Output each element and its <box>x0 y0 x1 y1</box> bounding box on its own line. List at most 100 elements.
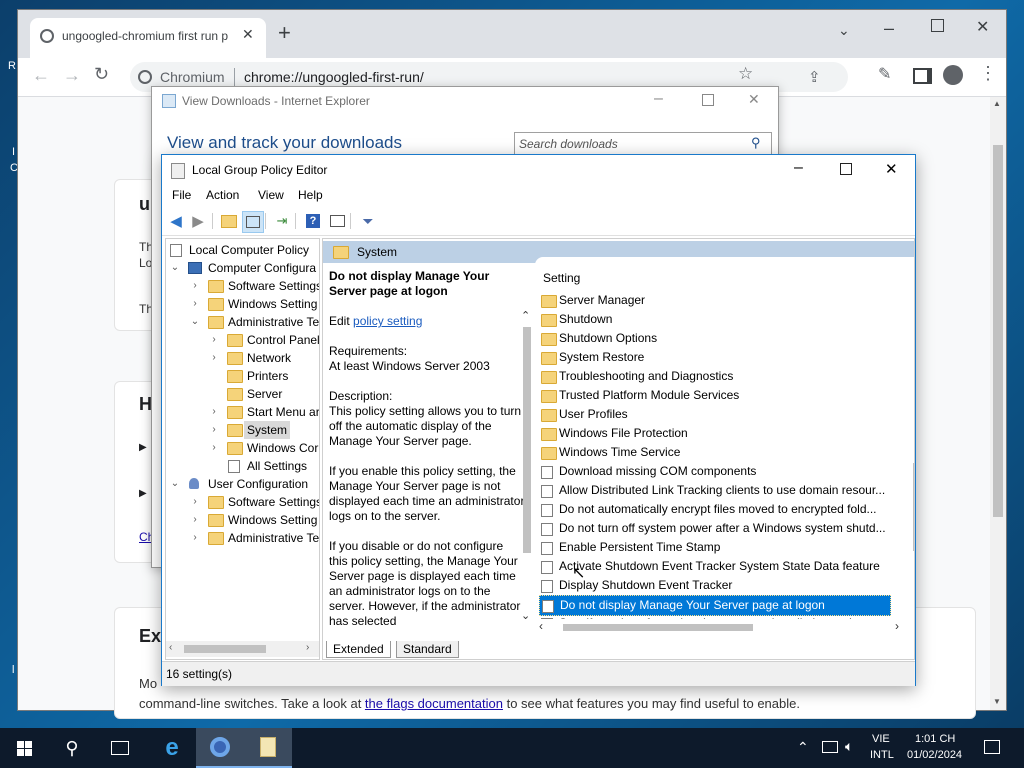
share-icon[interactable]: ⇪ <box>808 68 821 86</box>
chevron-right-icon[interactable]: › <box>190 277 200 295</box>
scroll-up-icon[interactable]: ⌃ <box>521 309 530 322</box>
setting-row[interactable]: Windows File Protection <box>539 424 889 443</box>
close-icon[interactable]: ✕ <box>885 160 898 178</box>
notifications-icon[interactable] <box>984 740 1000 754</box>
expand-arrow-icon[interactable]: ▶ <box>139 442 147 453</box>
minimize-icon[interactable]: – <box>884 18 894 39</box>
scroll-down-icon[interactable]: ▼ <box>993 697 1001 706</box>
scroll-left-icon[interactable]: ‹ <box>539 619 543 633</box>
flags-doc-link[interactable]: the flags documentation <box>365 696 503 711</box>
scrollbar-thumb[interactable] <box>523 327 531 553</box>
setting-row[interactable]: Shutdown <box>539 310 889 329</box>
chevron-right-icon[interactable]: › <box>209 349 219 367</box>
setting-row[interactable]: Windows Time Service <box>539 443 889 462</box>
clock-date[interactable]: 01/02/2024 <box>907 749 962 761</box>
setting-row[interactable]: Troubleshooting and Diagnostics <box>539 367 889 386</box>
chevron-right-icon[interactable]: › <box>209 421 219 439</box>
desktop-icon-label[interactable]: R <box>8 60 16 72</box>
show-hidden-icons-icon[interactable]: ⌃ <box>797 739 809 756</box>
scroll-right-icon[interactable]: › <box>895 619 899 633</box>
scroll-right-icon[interactable]: › <box>306 642 309 653</box>
close-icon[interactable]: ✕ <box>748 91 760 108</box>
search-icon[interactable]: ⚲ <box>48 728 96 768</box>
chevron-right-icon[interactable]: › <box>190 493 200 511</box>
up-folder-icon[interactable] <box>219 211 239 231</box>
menu-help[interactable]: Help <box>298 188 323 202</box>
setting-row[interactable]: Allow Distributed Link Tracking clients … <box>539 481 889 500</box>
forward-icon[interactable]: → <box>63 65 81 86</box>
tree-hscrollbar[interactable]: ‹ › <box>166 641 319 657</box>
chevron-right-icon[interactable]: › <box>190 529 200 547</box>
network-icon[interactable] <box>822 741 838 753</box>
scrollbar-thumb[interactable] <box>993 145 1003 517</box>
volume-icon[interactable]: 🔈︎ <box>845 738 853 755</box>
chevron-down-icon[interactable]: ⌄ <box>170 475 180 493</box>
language-bottom[interactable]: INTL <box>870 749 894 761</box>
setting-row[interactable]: Display Shutdown Event Tracker <box>539 576 889 595</box>
minimize-icon[interactable]: – <box>794 159 803 177</box>
setting-row[interactable]: Download missing COM components <box>539 462 889 481</box>
filter-icon[interactable]: ⏷ <box>358 211 378 231</box>
menu-view[interactable]: View <box>258 188 284 202</box>
tab-standard[interactable]: Standard <box>396 641 459 658</box>
chevron-down-icon[interactable]: ⌄ <box>190 313 200 331</box>
export-list-icon[interactable]: ⇥ <box>272 211 292 231</box>
setting-row[interactable]: Do not automatically encrypt files moved… <box>539 500 889 519</box>
reload-icon[interactable]: ↻ <box>94 64 109 85</box>
maximize-icon[interactable] <box>931 19 944 32</box>
extensions-icon[interactable]: ✎ <box>878 64 891 84</box>
setting-row[interactable]: Activate Shutdown Event Tracker System S… <box>539 557 889 576</box>
setting-row[interactable]: User Profiles <box>539 405 889 424</box>
menu-file[interactable]: File <box>172 188 191 202</box>
maximize-icon[interactable] <box>702 94 714 106</box>
close-icon[interactable]: ✕ <box>976 17 989 37</box>
scroll-down-icon[interactable]: ⌄ <box>912 603 914 616</box>
setting-row[interactable]: Server Manager <box>539 291 889 310</box>
tab-search-icon[interactable]: ⌄ <box>838 22 850 39</box>
help-icon[interactable]: ? <box>303 211 323 231</box>
list-vscrollbar[interactable]: ⌃ ⌄ <box>909 261 914 619</box>
scroll-up-icon[interactable]: ⌃ <box>912 261 914 274</box>
list-hscrollbar[interactable]: ‹ › <box>535 619 909 635</box>
setting-row[interactable]: Trusted Platform Module Services <box>539 386 889 405</box>
scrollbar-thumb[interactable] <box>563 624 753 631</box>
show-hide-tree-icon[interactable] <box>242 211 264 233</box>
search-icon[interactable]: ⚲ <box>751 135 761 151</box>
setting-column-header[interactable]: Setting <box>543 271 580 285</box>
setting-row[interactable]: Do not display Manage Your Server page a… <box>539 595 891 616</box>
properties-icon[interactable] <box>327 211 347 231</box>
chevron-right-icon[interactable]: › <box>190 295 200 313</box>
setting-row[interactable]: System Restore <box>539 348 889 367</box>
back-icon[interactable]: ◀ <box>166 211 186 231</box>
forward-icon[interactable]: ▶ <box>188 211 208 231</box>
chevron-right-icon[interactable]: › <box>209 403 219 421</box>
menu-kebab-icon[interactable]: ⋮ <box>979 63 997 84</box>
clock-time[interactable]: 1:01 CH <box>915 733 955 745</box>
start-button[interactable] <box>0 728 48 768</box>
browser-tab[interactable]: ungoogled-chromium first run p ✕ <box>30 18 266 58</box>
minimize-icon[interactable]: – <box>654 90 663 108</box>
search-downloads-input[interactable]: Search downloads ⚲ <box>514 132 772 156</box>
expand-arrow-icon[interactable]: ▶ <box>139 488 147 499</box>
chevron-right-icon[interactable]: › <box>209 439 219 457</box>
scroll-down-icon[interactable]: ⌄ <box>521 609 530 622</box>
setting-row[interactable]: Shutdown Options <box>539 329 889 348</box>
language-top[interactable]: VIE <box>872 733 890 745</box>
back-icon[interactable]: ← <box>32 65 50 86</box>
setting-row[interactable]: Do not turn off system power after a Win… <box>539 519 889 538</box>
chevron-right-icon[interactable]: › <box>190 511 200 529</box>
scrollbar-thumb[interactable] <box>913 463 914 551</box>
tab-extended[interactable]: Extended <box>326 641 391 658</box>
menu-action[interactable]: Action <box>206 188 239 202</box>
page-scrollbar[interactable]: ▲ ▼ <box>990 97 1006 710</box>
chevron-down-icon[interactable]: ⌄ <box>170 259 180 277</box>
side-panel-icon[interactable] <box>913 68 932 84</box>
desktop-icon-label[interactable]: C <box>10 162 18 174</box>
desktop-icon-label[interactable]: l <box>12 664 14 676</box>
desktop-icon-label[interactable]: I <box>12 146 15 158</box>
close-tab-icon[interactable]: ✕ <box>242 26 254 43</box>
chromium-taskbar-button[interactable] <box>196 728 244 768</box>
maximize-icon[interactable] <box>840 163 852 175</box>
description-scrollbar[interactable]: ⌃ ⌄ <box>519 310 535 625</box>
scrollbar-thumb[interactable] <box>184 645 266 653</box>
